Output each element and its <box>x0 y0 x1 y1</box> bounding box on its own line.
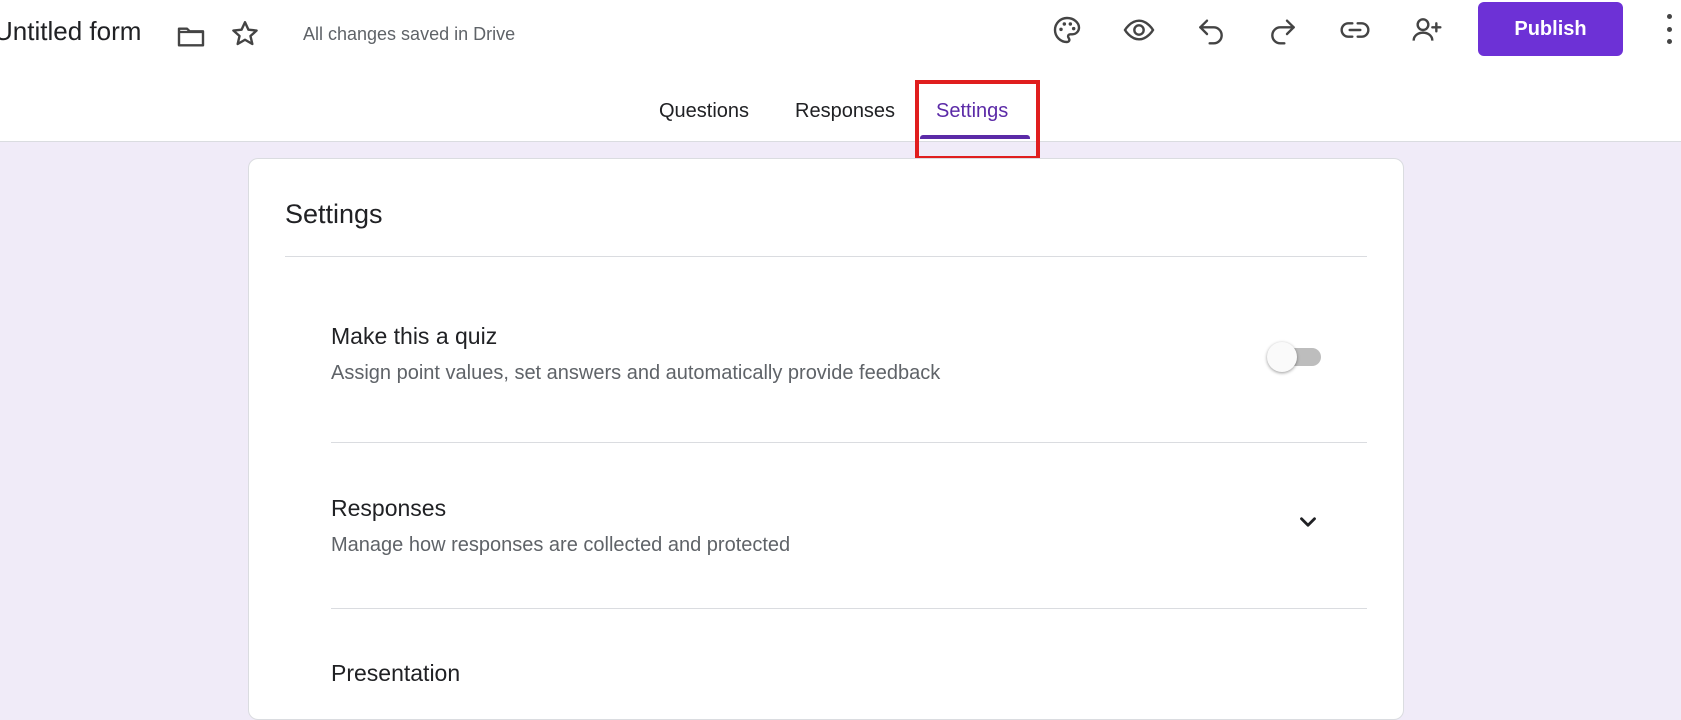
setting-title: Responses <box>331 495 447 521</box>
form-title[interactable]: Untitled form <box>0 16 141 47</box>
folder-icon[interactable] <box>175 20 207 52</box>
more-vert-icon[interactable] <box>1664 14 1674 44</box>
add-person-icon[interactable] <box>1407 10 1447 50</box>
star-icon[interactable] <box>229 18 261 50</box>
publish-button[interactable]: Publish <box>1478 2 1623 56</box>
redo-icon[interactable] <box>1263 10 1303 50</box>
divider <box>285 256 1367 257</box>
chevron-down-icon[interactable] <box>1295 509 1321 535</box>
top-app-bar: Untitled form All changes saved in Drive… <box>0 0 1681 142</box>
divider <box>331 608 1367 609</box>
settings-card-title: Settings <box>285 199 383 229</box>
undo-icon[interactable] <box>1191 10 1231 50</box>
tab-responses[interactable]: Responses <box>795 100 895 123</box>
setting-title: Presentation <box>331 660 461 686</box>
settings-card: Settings Make this a quiz Assign point v… <box>248 158 1404 720</box>
tab-bar: Questions Responses Settings <box>0 90 1681 141</box>
palette-icon[interactable] <box>1047 10 1087 50</box>
tab-questions[interactable]: Questions <box>659 100 749 123</box>
setting-description: Manage how responses are collected and p… <box>331 534 791 556</box>
setting-description: Assign point values, set answers and aut… <box>331 362 941 384</box>
highlight-box <box>915 80 1040 160</box>
setting-title: Make this a quiz <box>331 323 498 349</box>
quiz-toggle[interactable] <box>1267 342 1321 372</box>
link-icon[interactable] <box>1335 10 1375 50</box>
eye-icon[interactable] <box>1119 10 1159 50</box>
save-status: All changes saved in Drive <box>303 24 516 44</box>
divider <box>331 442 1367 443</box>
